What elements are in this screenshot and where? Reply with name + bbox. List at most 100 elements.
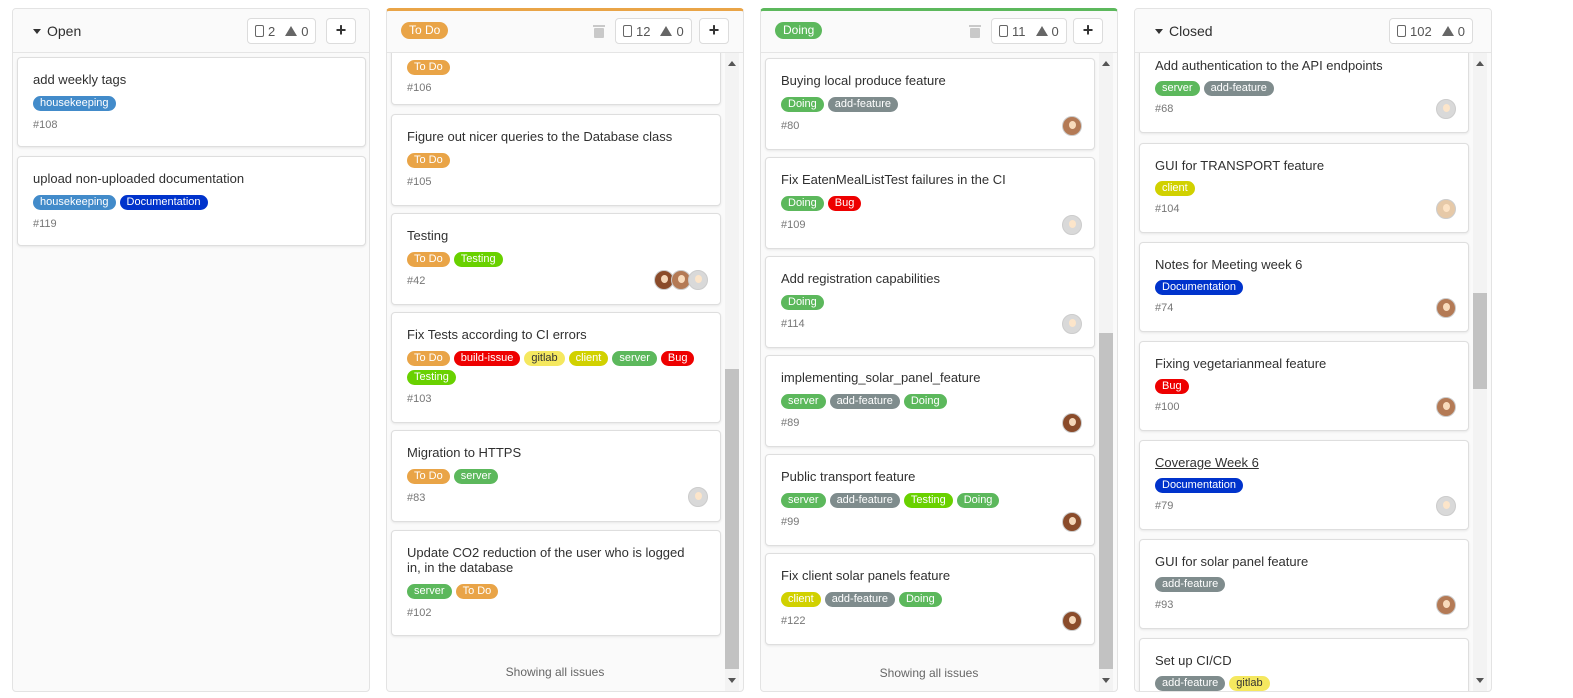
issue-title[interactable]: Figure out nicer queries to the Database… — [407, 129, 700, 144]
issue-card[interactable]: Update CO2 reduction of the user who is … — [391, 530, 721, 636]
issue-card[interactable]: Add authentication to the API endpoints … — [1139, 53, 1469, 133]
label-badge[interactable]: Bug — [660, 351, 695, 366]
avatar[interactable] — [1436, 99, 1456, 119]
label-badge[interactable]: add-feature — [827, 97, 899, 112]
label-badge[interactable]: build-issue — [453, 351, 521, 366]
label-badge[interactable]: To Do — [455, 584, 499, 599]
issue-title[interactable]: Set up CI/CD — [1155, 653, 1448, 668]
issue-title[interactable]: Add authentication to the API endpoints — [1155, 58, 1448, 73]
scroll-down-icon[interactable] — [728, 678, 736, 683]
label-badge[interactable]: Documentation — [119, 195, 208, 210]
column-toggle[interactable]: Closed — [1155, 23, 1213, 39]
avatar[interactable] — [688, 487, 708, 507]
label-badge[interactable]: Testing — [453, 252, 503, 267]
label-badge[interactable]: server — [453, 469, 499, 484]
scrollbar[interactable] — [1473, 53, 1487, 691]
add-issue-button[interactable]: + — [326, 18, 356, 44]
label-badge[interactable]: To Do — [407, 351, 450, 366]
label-badge[interactable]: server — [781, 394, 826, 409]
label-badge[interactable]: Doing — [781, 196, 824, 211]
avatar[interactable] — [1062, 215, 1082, 235]
label-badge[interactable]: add-feature — [1203, 81, 1274, 96]
label-badge[interactable]: Documentation — [1155, 280, 1243, 295]
label-badge[interactable]: Bug — [1155, 379, 1189, 394]
issue-card[interactable]: Fix Tests according to CI errors To Do b… — [391, 312, 721, 423]
issue-title[interactable]: Update CO2 reduction of the user who is … — [407, 545, 700, 575]
issue-title[interactable]: Coverage Week 6 — [1155, 455, 1448, 470]
issue-card[interactable]: add weekly tags housekeeping #108 — [17, 57, 366, 147]
issue-title[interactable]: GUI for TRANSPORT feature — [1155, 158, 1448, 173]
issue-card[interactable]: GUI for solar panel feature add-feature … — [1139, 539, 1469, 629]
issue-title[interactable]: Notes for Meeting week 6 — [1155, 257, 1448, 272]
issue-title[interactable]: Fix EatenMealListTest failures in the CI — [781, 172, 1074, 187]
label-badge[interactable]: To Do — [407, 60, 450, 75]
label-badge[interactable]: server — [407, 584, 452, 599]
avatar[interactable] — [1436, 496, 1456, 516]
issue-title[interactable]: Fixing vegetarianmeal feature — [1155, 356, 1448, 371]
issue-card[interactable]: upload non-uploaded documentation housek… — [17, 156, 366, 246]
label-badge[interactable]: Testing — [407, 370, 456, 385]
issue-card[interactable]: Public transport feature server add-feat… — [765, 454, 1095, 546]
issue-title[interactable]: Migration to HTTPS — [407, 445, 700, 460]
issue-card[interactable]: Buying local produce feature Doing add-f… — [765, 58, 1095, 150]
label-badge[interactable]: housekeeping — [33, 96, 116, 111]
issue-title[interactable]: Buying local produce feature — [781, 73, 1074, 88]
issue-title[interactable]: Testing — [407, 228, 700, 243]
label-badge[interactable]: To Do — [407, 153, 450, 168]
label-badge[interactable]: add-feature — [1155, 577, 1226, 592]
label-badge[interactable]: Doing — [956, 493, 1000, 508]
issue-card[interactable]: Fix EatenMealListTest failures in the CI… — [765, 157, 1095, 249]
issue-card[interactable]: Notes for Meeting week 6 Documentation #… — [1139, 242, 1469, 332]
label-badge[interactable]: Bug — [827, 196, 862, 211]
issue-title[interactable]: implementing_solar_panel_feature — [781, 370, 1074, 385]
scrollbar-thumb[interactable] — [1473, 293, 1487, 389]
delete-list-icon[interactable] — [969, 25, 981, 39]
label-badge[interactable]: gitlab — [1229, 676, 1270, 691]
label-badge[interactable]: Documentation — [1155, 478, 1243, 493]
issue-title[interactable]: Fix Tests according to CI errors — [407, 327, 700, 342]
label-badge[interactable]: Testing — [903, 493, 953, 508]
label-badge[interactable]: Doing — [898, 592, 942, 607]
scroll-down-icon[interactable] — [1476, 678, 1484, 683]
issue-title[interactable]: upload non-uploaded documentation — [33, 171, 345, 186]
add-issue-button[interactable]: + — [699, 18, 729, 44]
scrollbar[interactable] — [1099, 53, 1113, 691]
avatar[interactable] — [1062, 116, 1082, 136]
label-badge[interactable]: To Do — [407, 252, 450, 267]
label-badge[interactable]: client — [1155, 181, 1195, 196]
avatar[interactable] — [1436, 397, 1456, 417]
issue-card[interactable]: Migration to HTTPS To Do server #83 — [391, 430, 721, 522]
avatar[interactable] — [1062, 512, 1082, 532]
issue-title[interactable]: Fix client solar panels feature — [781, 568, 1074, 583]
issue-title[interactable]: Add registration capabilities — [781, 271, 1074, 286]
label-badge[interactable]: client — [781, 592, 821, 607]
label-badge[interactable]: server — [612, 351, 657, 366]
label-badge[interactable]: server — [781, 493, 826, 508]
scrollbar-thumb[interactable] — [725, 369, 739, 669]
delete-list-icon[interactable] — [593, 25, 605, 39]
issue-card[interactable]: Fix client solar panels feature client a… — [765, 553, 1095, 645]
label-badge[interactable]: add-feature — [829, 493, 900, 508]
avatar[interactable] — [1062, 611, 1082, 631]
scrollbar[interactable] — [725, 53, 739, 691]
avatar[interactable] — [1062, 413, 1082, 433]
label-badge[interactable]: add-feature — [829, 394, 900, 409]
issue-card[interactable]: Add registration capabilities Doing #114 — [765, 256, 1095, 348]
issue-card[interactable]: Coverage Week 6 Documentation #79 — [1139, 440, 1469, 530]
add-issue-button[interactable]: + — [1073, 18, 1103, 44]
scroll-up-icon[interactable] — [728, 61, 736, 66]
label-badge[interactable]: Doing — [781, 97, 824, 112]
issue-title[interactable]: add weekly tags — [33, 72, 345, 87]
label-badge[interactable]: client — [568, 351, 609, 366]
label-badge[interactable]: add-feature — [1155, 676, 1226, 691]
label-badge[interactable]: Doing — [903, 394, 947, 409]
label-badge[interactable]: server — [1155, 81, 1200, 96]
label-badge[interactable]: Doing — [781, 295, 824, 310]
label-badge[interactable]: housekeeping — [33, 195, 116, 210]
issue-card[interactable]: Testing To Do Testing #42 — [391, 213, 721, 305]
issue-title[interactable]: Public transport feature — [781, 469, 1074, 484]
issue-title[interactable]: GUI for solar panel feature — [1155, 554, 1448, 569]
issue-card[interactable]: Figure out nicer queries to the Database… — [391, 114, 721, 206]
issue-card[interactable]: Fixing vegetarianmeal feature Bug #100 — [1139, 341, 1469, 431]
avatar[interactable] — [1436, 595, 1456, 615]
